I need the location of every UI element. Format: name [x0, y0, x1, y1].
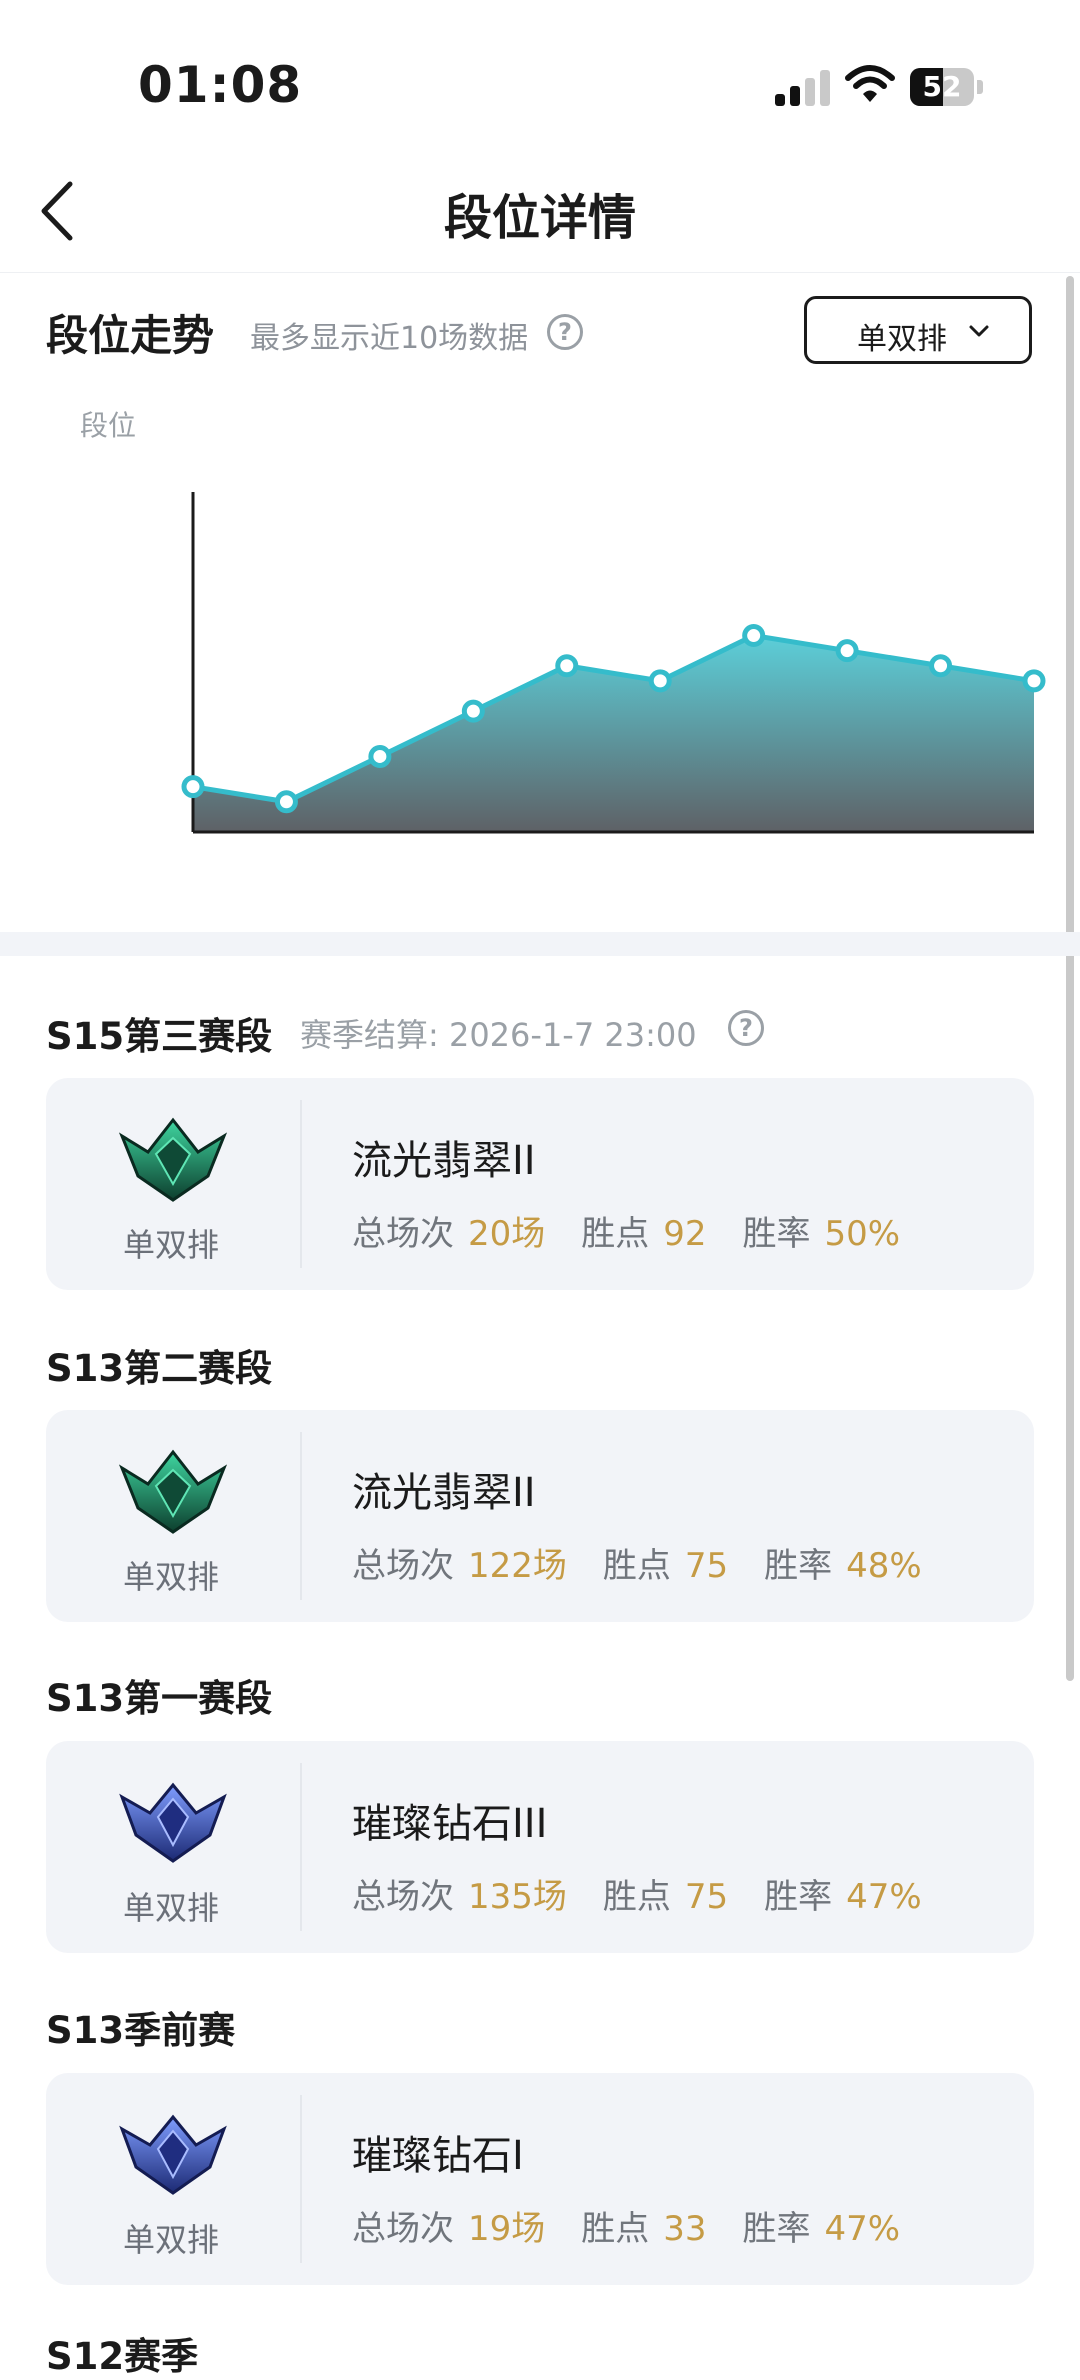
trend-title: 段位走势 — [46, 311, 215, 360]
nav-bar: 段位详情 — [0, 150, 1080, 273]
total-games-value: 135场 — [468, 1877, 567, 1917]
queue-select[interactable]: 单双排 — [804, 296, 1032, 364]
rank-card[interactable]: 单双排 流光翡翠II 总场次 122场 胜点 75 胜率 48% — [46, 1410, 1034, 1622]
season-title: S15第三赛段 — [46, 1015, 273, 1058]
signal-icon — [775, 70, 831, 106]
winrate-label: 胜率 — [742, 2209, 811, 2249]
emerald-rank-icon — [118, 1117, 228, 1202]
chart-point — [648, 669, 672, 693]
status-time: 01:08 — [138, 56, 303, 114]
lp-label: 胜点 — [602, 1546, 671, 1586]
winrate-value: 48% — [846, 1546, 922, 1586]
rank-card[interactable]: 单双排 流光翡翠II 总场次 20场 胜点 92 胜率 50% — [46, 1078, 1034, 1290]
chart-point — [555, 654, 579, 678]
total-games-label: 总场次 — [352, 2209, 454, 2249]
total-games-value: 20场 — [468, 1214, 546, 1254]
chart-point — [929, 654, 953, 678]
help-icon[interactable]: ? — [728, 1010, 764, 1046]
total-games-label: 总场次 — [352, 1877, 454, 1917]
queue-label: 单双排 — [122, 1889, 219, 1927]
diamond-rank-icon — [119, 1782, 227, 1863]
total-games-value: 122场 — [468, 1546, 567, 1586]
winrate-label: 胜率 — [742, 1214, 811, 1254]
rank-stats: 总场次 20场 胜点 92 胜率 50% — [352, 1206, 936, 1255]
lp-value: 75 — [684, 1877, 729, 1917]
trend-hint: 最多显示近10场数据 — [250, 321, 529, 356]
chart-point — [835, 639, 859, 663]
card-separator — [300, 1763, 302, 1931]
lp-value: 75 — [684, 1546, 729, 1586]
chart-point — [368, 744, 392, 768]
battery-text: 52 — [922, 70, 962, 103]
card-separator — [300, 2095, 302, 2263]
chart-point — [742, 624, 766, 648]
chevron-down-icon — [969, 325, 989, 337]
page-title: 段位详情 — [443, 190, 636, 246]
season-settle-time: 赛季结算: 2026-1-7 23:00 — [300, 1016, 697, 1054]
chart-point — [461, 699, 485, 723]
rank-card[interactable]: 单双排 璀璨钻石III 总场次 135场 胜点 75 胜率 47% — [46, 1741, 1034, 1953]
rank-trend-chart — [181, 492, 1046, 834]
chart-point — [274, 790, 298, 814]
lp-value: 33 — [663, 2209, 707, 2249]
rank-name: 璀璨钻石III — [352, 1801, 548, 1847]
rank-card[interactable]: 单双排 璀璨钻石I 总场次 19场 胜点 33 胜率 47% — [46, 2073, 1034, 2285]
season-title: S13第二赛段 — [46, 1347, 273, 1390]
emerald-rank-icon — [118, 1449, 228, 1534]
section-divider — [0, 932, 1080, 956]
rank-name: 流光翡翠II — [352, 1138, 536, 1184]
rank-stats: 总场次 19场 胜点 33 胜率 47% — [352, 2201, 936, 2250]
chart-y-label: 段位 — [80, 409, 137, 442]
winrate-value: 47% — [846, 1877, 922, 1917]
card-separator — [300, 1100, 302, 1268]
chart-point — [181, 775, 205, 799]
queue-select-label: 单双排 — [857, 322, 947, 357]
chart-point — [1022, 669, 1046, 693]
lp-label: 胜点 — [602, 1877, 671, 1917]
queue-label: 单双排 — [122, 1558, 219, 1596]
status-bar: 01:08 52 — [0, 0, 1080, 150]
total-games-label: 总场次 — [352, 1546, 454, 1586]
season-title: S12赛季 — [46, 2335, 199, 2378]
card-separator — [300, 1432, 302, 1600]
lp-value: 92 — [663, 1214, 707, 1254]
total-games-label: 总场次 — [352, 1214, 454, 1254]
rank-name: 璀璨钻石I — [352, 2133, 524, 2179]
lp-label: 胜点 — [581, 1214, 650, 1254]
lp-label: 胜点 — [581, 2209, 650, 2249]
winrate-value: 47% — [824, 2209, 901, 2249]
rank-stats: 总场次 122场 胜点 75 胜率 48% — [352, 1538, 958, 1587]
winrate-label: 胜率 — [764, 1546, 833, 1586]
battery-icon: 52 — [910, 68, 984, 106]
queue-label: 单双排 — [122, 1226, 219, 1264]
rank-stats: 总场次 135场 胜点 75 胜率 47% — [352, 1869, 958, 1918]
winrate-label: 胜率 — [764, 1877, 833, 1917]
total-games-value: 19场 — [468, 2209, 546, 2249]
winrate-value: 50% — [824, 1214, 901, 1254]
diamond-rank-icon — [119, 2114, 227, 2195]
wifi-icon — [845, 65, 895, 102]
chart-area — [193, 635, 1034, 832]
help-icon[interactable]: ? — [547, 314, 583, 350]
rank-name: 流光翡翠II — [352, 1470, 536, 1516]
queue-label: 单双排 — [122, 2221, 219, 2259]
season-title: S13第一赛段 — [46, 1677, 273, 1720]
season-title: S13季前赛 — [46, 2009, 236, 2052]
